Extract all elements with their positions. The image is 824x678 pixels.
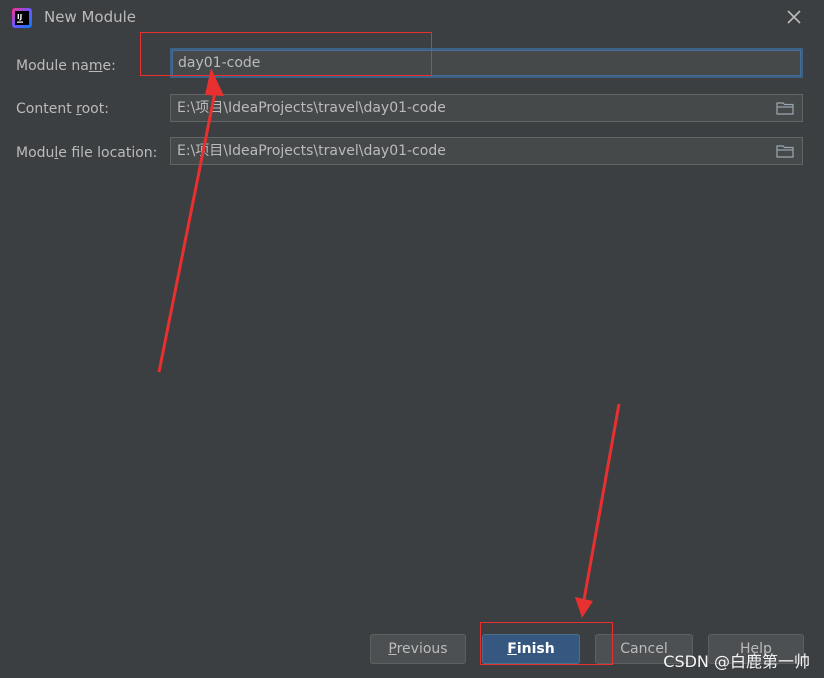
annotation-box-finish [480, 622, 613, 665]
content-root-value: E:\项目\IdeaProjects\travel\day01-code [177, 100, 446, 116]
annotation-arrow-up [157, 91, 217, 373]
module-name-label: Module name: [16, 58, 116, 74]
svg-text:IJ: IJ [17, 13, 22, 21]
intellij-app-icon: IJ [12, 8, 32, 28]
close-icon[interactable] [784, 7, 804, 27]
module-file-location-input[interactable]: E:\项目\IdeaProjects\travel\day01-code [170, 137, 803, 165]
content-root-input[interactable]: E:\项目\IdeaProjects\travel\day01-code [170, 94, 803, 122]
content-root-label: Content root: [16, 101, 109, 117]
annotation-arrowhead-down [575, 597, 593, 618]
window-title: New Module [44, 8, 137, 26]
watermark: CSDN @白鹿第一帅 [663, 652, 810, 671]
annotation-box-module-name [140, 32, 432, 76]
previous-button[interactable]: Previous [370, 634, 466, 664]
folder-icon[interactable] [776, 101, 794, 115]
module-file-location-value: E:\项目\IdeaProjects\travel\day01-code [177, 143, 446, 159]
annotation-arrow-down [582, 403, 621, 601]
module-file-location-label: Module file location: [16, 145, 158, 161]
title-bar: IJ New Module [0, 0, 824, 36]
folder-icon[interactable] [776, 144, 794, 158]
